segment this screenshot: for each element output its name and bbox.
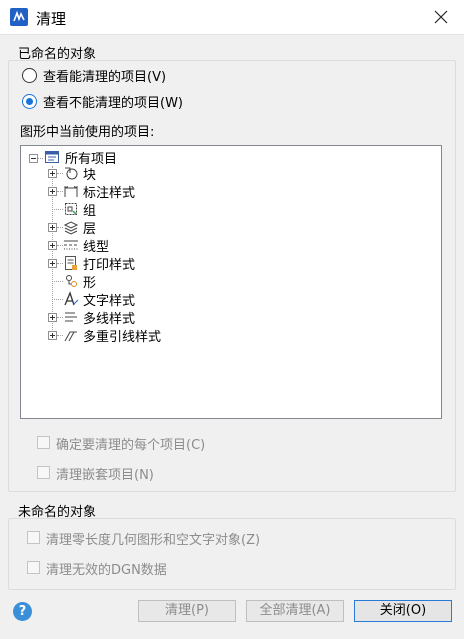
expand-toggle[interactable]	[48, 187, 57, 196]
radio-button[interactable]	[22, 67, 37, 83]
window-title: 清理	[36, 10, 67, 28]
expand-toggle[interactable]	[48, 223, 57, 232]
purge-nested-checkbox[interactable]	[37, 466, 50, 479]
linetype-icon	[64, 240, 78, 250]
tree-item-dimension-style[interactable]: 标注样式	[83, 182, 135, 201]
tree-item-shape[interactable]: 形	[83, 272, 96, 291]
purge-nested-label: 清理嵌套项目(N)	[56, 468, 154, 483]
layer-icon	[63, 221, 79, 235]
title-bar: 清理	[0, 0, 464, 35]
tree-item-group[interactable]: 组	[83, 200, 96, 219]
radio-label: 查看不能清理的项目(W)	[43, 95, 183, 111]
tree-item-linetype[interactable]: 线型	[83, 236, 109, 255]
tree-item-text-style[interactable]: 文字样式	[83, 290, 135, 309]
app-logo-icon	[10, 8, 28, 26]
close-button[interactable]	[428, 4, 454, 30]
multiline-style-icon	[65, 312, 77, 322]
expand-toggle[interactable]	[48, 169, 57, 178]
tree-item-layer[interactable]: 层	[83, 218, 96, 237]
items-tree-view[interactable]: 所有项目 块 标注样式 组 层 线型 打印样式 形 文字样式 多线样式 多重引线…	[20, 145, 442, 419]
close-dialog-button[interactable]: 关闭(O)	[354, 600, 452, 622]
purge-button[interactable]: 清理(P)	[138, 600, 236, 622]
expand-toggle[interactable]	[48, 259, 57, 268]
block-icon	[65, 167, 78, 180]
radio-view-purgeable[interactable]: 查看能清理的项目(V)	[22, 66, 167, 85]
tree-item-multileader-style[interactable]: 多重引线样式	[83, 326, 161, 345]
radio-button-selected[interactable]	[22, 93, 37, 109]
tree-item-block[interactable]: 块	[83, 164, 96, 183]
confirm-each-label: 确定要清理的每个项目(C)	[56, 438, 206, 453]
dimension-style-icon	[64, 186, 78, 197]
tree-item-multiline-style[interactable]: 多线样式	[83, 308, 135, 327]
purge-all-button[interactable]: 全部清理(A)	[246, 600, 344, 622]
text-style-icon	[64, 291, 79, 306]
purge-dgn-label: 清理无效的DGN数据	[46, 563, 167, 578]
all-items-icon	[45, 151, 59, 163]
collapse-toggle[interactable]	[29, 154, 38, 163]
expand-toggle[interactable]	[48, 313, 57, 322]
tree-item-plot-style[interactable]: 打印样式	[83, 254, 135, 273]
expand-toggle[interactable]	[48, 241, 57, 250]
multileader-style-icon	[64, 331, 77, 342]
plot-style-icon	[65, 256, 77, 270]
close-icon	[434, 10, 448, 24]
tree-heading: 图形中当前使用的项目:	[20, 125, 155, 140]
purge-zero-length-label: 清理零长度几何图形和空文字对象(Z)	[46, 533, 261, 548]
radio-label: 查看能清理的项目(V)	[43, 69, 167, 85]
purge-zero-length-checkbox[interactable]	[27, 531, 40, 544]
expand-toggle[interactable]	[48, 331, 57, 340]
confirm-each-checkbox[interactable]	[37, 436, 50, 449]
shape-icon	[66, 275, 77, 287]
purge-dgn-checkbox[interactable]	[27, 561, 40, 574]
help-button[interactable]: ?	[13, 602, 32, 621]
radio-view-not-purgeable[interactable]: 查看不能清理的项目(W)	[22, 92, 183, 111]
group-icon	[65, 203, 77, 215]
